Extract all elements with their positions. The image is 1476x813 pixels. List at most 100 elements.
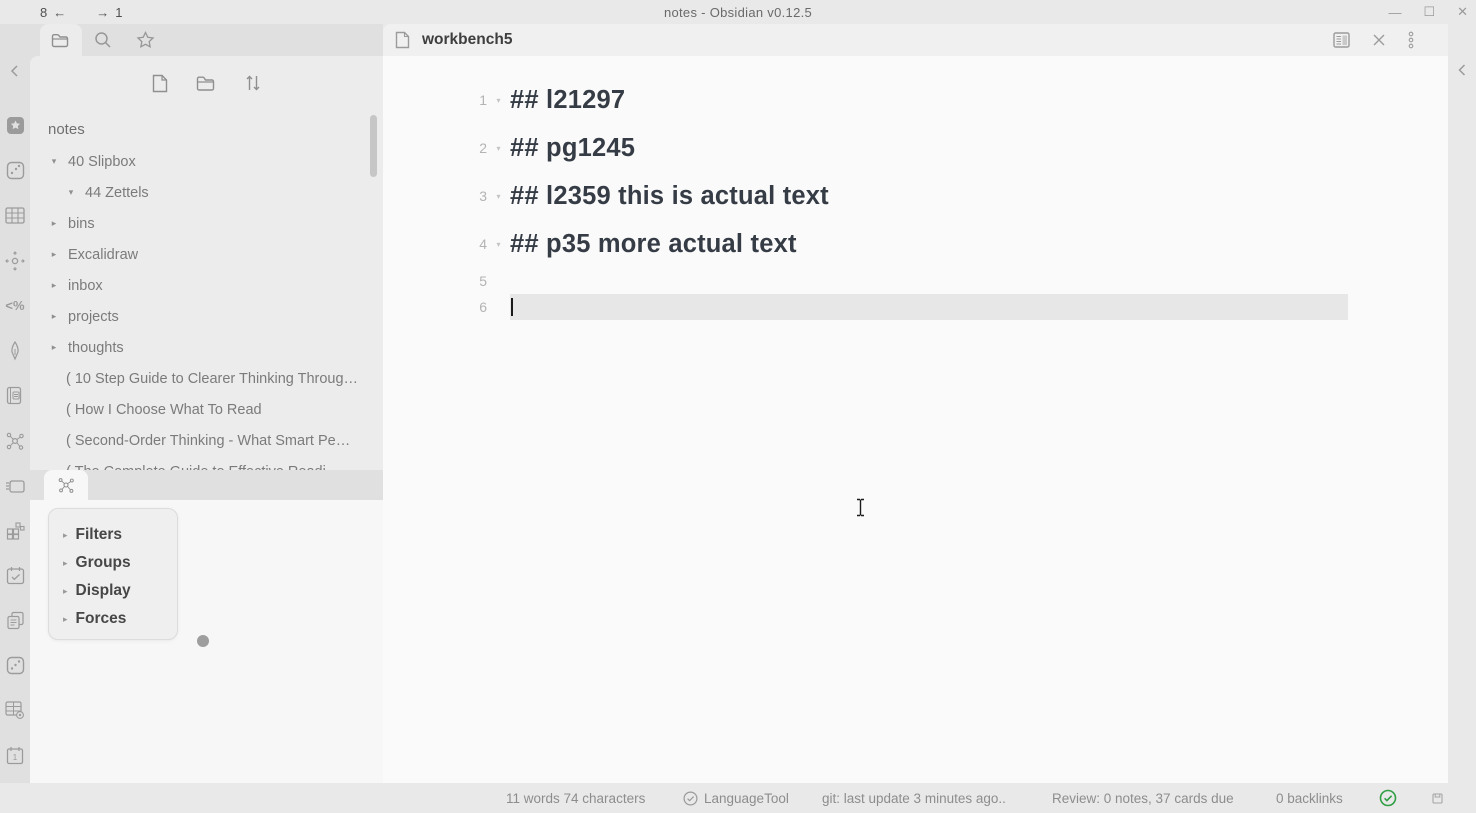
expand-graph-icon[interactable]	[0, 238, 30, 283]
tab-file-explorer[interactable]	[40, 24, 82, 56]
pen-icon[interactable]	[0, 328, 30, 373]
random-dice-icon[interactable]	[0, 643, 30, 688]
tree-folder-bins[interactable]: ▸bins	[30, 208, 383, 239]
line-text: ## l2359 this is actual text	[510, 182, 829, 211]
fold-arrow-icon[interactable]: ▾	[487, 96, 510, 105]
line-number: 3	[383, 188, 487, 204]
languagetool-status[interactable]: LanguageTool	[683, 783, 789, 813]
tree-file[interactable]: ( Second-Order Thinking - What Smart Pe…	[30, 425, 383, 456]
window-title: notes - Obsidian v0.12.5	[0, 0, 1476, 24]
minimize-button[interactable]: —	[1388, 5, 1401, 20]
collapse-arrow-icon: ▸	[63, 558, 68, 569]
note-file-icon	[395, 31, 410, 49]
backlinks-count[interactable]: 0 backlinks	[1276, 783, 1343, 813]
graph-section-forces[interactable]: ▸Forces	[63, 605, 177, 633]
explorer-scrollbar[interactable]	[370, 115, 377, 177]
new-note-icon[interactable]	[152, 74, 168, 93]
expand-right-sidebar-icon[interactable]	[1455, 62, 1469, 783]
fold-arrow-icon[interactable]: ▾	[487, 192, 510, 201]
tree-folder-projects[interactable]: ▸projects	[30, 301, 383, 332]
maximize-button[interactable]: ☐	[1423, 4, 1435, 20]
fold-arrow-icon[interactable]: ▾	[487, 240, 510, 249]
git-status[interactable]: git: last update 3 minutes ago..	[822, 783, 1006, 813]
right-sidebar-collapsed	[1448, 24, 1476, 783]
collapse-arrow-icon[interactable]: ▸	[48, 311, 60, 322]
starred-notes-icon[interactable]	[0, 103, 30, 148]
collapse-arrow-icon[interactable]: ▸	[48, 249, 60, 260]
editor-line[interactable]: 5	[383, 268, 1448, 294]
editor-pane: workbench5 1▾## l21297 2▾## pg1245 3▾## …	[383, 24, 1448, 783]
tab-search[interactable]	[82, 24, 124, 56]
flashcards-review-icon[interactable]	[0, 463, 30, 508]
tree-folder-44-zettels[interactable]: ▾44 Zettels	[30, 177, 383, 208]
graph-view-icon[interactable]	[0, 418, 30, 463]
pane-header: workbench5	[383, 24, 1448, 56]
vault-name[interactable]: notes	[48, 112, 85, 146]
collapse-arrow-icon: ▸	[63, 614, 68, 625]
save-icon[interactable]	[1432, 783, 1443, 813]
database-table-gear-icon[interactable]	[0, 688, 30, 733]
close-button[interactable]: ✕	[1457, 4, 1468, 20]
editor-line[interactable]: 3▾## l2359 this is actual text	[383, 172, 1448, 220]
editor-content[interactable]: 1▾## l21297 2▾## pg1245 3▾## l2359 this …	[383, 56, 1448, 783]
line-text: ## p35 more actual text	[510, 230, 797, 259]
titlebar: 8 ← → 1 notes - Obsidian v0.12.5 — ☐ ✕	[0, 0, 1476, 24]
word-count: 11 words 74 characters	[506, 783, 645, 813]
editor-line[interactable]: 2▾## pg1245	[383, 124, 1448, 172]
text-caret	[511, 298, 513, 316]
review-status[interactable]: Review: 0 notes, 37 cards due	[1052, 783, 1234, 813]
daily-note-calendar-icon[interactable]: 1	[0, 733, 30, 778]
collapse-arrow-icon[interactable]: ▸	[48, 342, 60, 353]
line-text: ## l21297	[510, 86, 625, 115]
graph-section-display[interactable]: ▸Display	[63, 577, 177, 605]
journal-book-icon[interactable]	[0, 373, 30, 418]
copy-documents-icon[interactable]	[0, 598, 30, 643]
file-tree: ▾40 Slipbox ▾44 Zettels ▸bins ▸Excalidra…	[30, 146, 383, 470]
editor-line[interactable]: 1▾## l21297	[383, 76, 1448, 124]
graph-section-filters[interactable]: ▸Filters	[63, 521, 177, 549]
tab-local-graph[interactable]	[44, 470, 88, 500]
tree-folder-thoughts[interactable]: ▸thoughts	[30, 332, 383, 363]
graph-node[interactable]	[197, 635, 209, 647]
tree-folder-40-slipbox[interactable]: ▾40 Slipbox	[30, 146, 383, 177]
line-number: 4	[383, 236, 487, 252]
tree-folder-inbox[interactable]: ▸inbox	[30, 270, 383, 301]
line-text	[510, 294, 1348, 320]
collapse-left-sidebar-icon[interactable]	[0, 48, 30, 93]
calendar-check-icon[interactable]	[0, 553, 30, 598]
line-text: ## pg1245	[510, 134, 635, 163]
mouse-ibeam-cursor	[855, 498, 866, 517]
graph-section-groups[interactable]: ▸Groups	[63, 549, 177, 577]
fold-arrow-icon[interactable]: ▾	[487, 144, 510, 153]
graph-panel-tab-strip	[30, 470, 383, 500]
sort-order-icon[interactable]	[245, 74, 261, 92]
tree-folder-excalidraw[interactable]: ▸Excalidraw	[30, 239, 383, 270]
graph-settings-card: ▸Filters ▸Groups ▸Display ▸Forces	[48, 508, 178, 640]
editor-line[interactable]: 4▾## p35 more actual text	[383, 220, 1448, 268]
line-number: 1	[383, 92, 487, 108]
left-ribbon: <% 1	[0, 24, 30, 783]
collapse-arrow-icon: ▸	[63, 586, 68, 597]
close-pane-icon[interactable]	[1372, 33, 1386, 47]
reading-mode-icon[interactable]	[1333, 32, 1350, 48]
note-title: workbench5	[422, 31, 512, 49]
templater-icon[interactable]: <%	[0, 283, 30, 328]
sidebar-tab-strip	[30, 24, 383, 56]
sync-ok-icon[interactable]	[1379, 783, 1397, 813]
collapse-arrow-icon[interactable]: ▾	[48, 156, 60, 167]
tree-file[interactable]: ( 10 Step Guide to Clearer Thinking Thro…	[30, 363, 383, 394]
collapse-arrow-icon[interactable]: ▸	[48, 280, 60, 291]
tab-starred[interactable]	[124, 24, 166, 56]
blocks-icon[interactable]	[0, 508, 30, 553]
collapse-arrow-icon[interactable]: ▸	[48, 218, 60, 229]
more-options-icon[interactable]	[1408, 31, 1414, 49]
editor-active-line[interactable]: 6	[383, 294, 1448, 320]
table-icon[interactable]	[0, 193, 30, 238]
random-note-dice-icon[interactable]	[0, 148, 30, 193]
collapse-arrow-icon[interactable]: ▾	[65, 187, 77, 198]
local-graph-view[interactable]: ▸Filters ▸Groups ▸Display ▸Forces	[30, 500, 383, 783]
tree-file[interactable]: ( How I Choose What To Read	[30, 394, 383, 425]
new-folder-icon[interactable]	[196, 75, 217, 92]
statusbar: 11 words 74 characters LanguageTool git:…	[0, 783, 1476, 813]
tree-file[interactable]: ( The Complete Guide to Effective Readi…	[30, 456, 383, 470]
